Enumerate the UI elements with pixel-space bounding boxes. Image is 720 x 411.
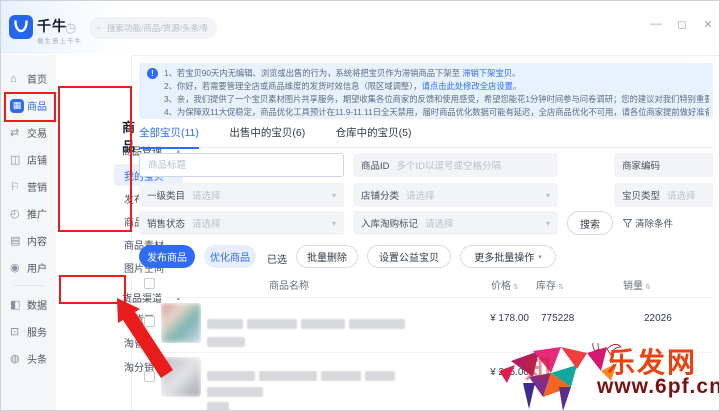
selected-count-label: 已选 xyxy=(267,251,287,266)
tab-all-items[interactable]: 全部宝贝(11) xyxy=(139,125,199,149)
maximize-button[interactable]: ◻ xyxy=(675,18,689,31)
column-header-name: 商品名称 xyxy=(269,277,309,292)
search-button[interactable]: 搜索 xyxy=(567,211,613,235)
sidebar-divider xyxy=(14,285,44,286)
sale-status-select[interactable]: 销售状态 请选择 ▾ xyxy=(139,211,344,235)
sidebar-item-goods[interactable]: ▦ 商品 xyxy=(1,92,56,119)
sidebar-item-promotion[interactable]: ◴ 推广 xyxy=(1,200,56,227)
column-header-stock[interactable]: 库存⇅ xyxy=(536,277,564,292)
more-batch-actions-button[interactable]: 更多批量操作 ▾ xyxy=(460,245,556,268)
search-input[interactable] xyxy=(105,22,209,34)
qianniu-bull-logo-icon xyxy=(9,15,33,39)
publish-item-button[interactable]: 发布商品 xyxy=(139,245,195,268)
content-icon: ▤ xyxy=(10,234,24,247)
notice-link[interactable]: 请点击此处修改全店设置 xyxy=(422,81,513,91)
data-icon: ◧ xyxy=(10,298,24,311)
app-title: 千牛 xyxy=(37,16,67,36)
global-search[interactable] xyxy=(89,17,217,39)
chevron-down-icon: ▾ xyxy=(546,191,550,200)
chevron-down-icon: ▾ xyxy=(332,219,336,228)
select-all-checkbox[interactable] xyxy=(144,278,155,289)
notice-line: 4、为保障双11大促稳定，商品优化工具预计在11.9-11.11日全天禁用，届时… xyxy=(164,106,709,119)
notice-link[interactable]: 滞销下架宝贝 xyxy=(462,68,512,78)
price-cell: ¥ 178.00 xyxy=(456,313,529,324)
sort-icon: ⇅ xyxy=(513,284,519,291)
tab-on-sale[interactable]: 出售中的宝贝(6) xyxy=(229,125,305,147)
sidebar-item-shop[interactable]: ◫ 店铺 xyxy=(1,146,56,173)
product-title-redacted xyxy=(207,315,447,351)
marketing-flag-icon: ⚐ xyxy=(10,180,24,193)
watermark-site-url: www.6pf.cn xyxy=(597,375,720,399)
goods-icon: ▦ xyxy=(10,99,24,113)
sidebar-item-trade[interactable]: ⇄ 交易 xyxy=(1,119,56,146)
shop-category-select[interactable]: 店铺分类 请选择 ▾ xyxy=(353,183,558,207)
table-divider xyxy=(139,297,713,298)
notice-line: 1、若宝贝90天内无编辑、浏览或出售的行为，系统将把宝贝作为滞销商品下架至 滞销… xyxy=(164,67,709,80)
chevron-down-icon: ▾ xyxy=(538,253,542,261)
minimize-button[interactable]: — xyxy=(649,18,663,30)
item-status-tabs: 全部宝贝(11) 出售中的宝贝(6) 仓库中的宝贝(5) xyxy=(139,123,713,148)
sort-icon: ⇅ xyxy=(558,284,564,291)
set-charity-item-button[interactable]: 设置公益宝贝 xyxy=(367,245,451,268)
product-title-input[interactable] xyxy=(139,153,344,177)
user-icon: ◉ xyxy=(10,261,24,274)
item-type-select[interactable]: 宝贝类型 请选择 xyxy=(614,183,713,207)
sales-cell: 22026 xyxy=(644,313,672,324)
search-icon xyxy=(97,23,100,33)
sidebar-item-headlines[interactable]: ◍ 头条 xyxy=(1,345,56,372)
clear-filter-icon xyxy=(623,219,632,228)
top-bar: 千牛 做生意上千牛 ◷ — ◻ ✕ xyxy=(1,1,720,56)
chevron-down-icon: ▾ xyxy=(546,219,550,228)
home-icon: ⌂ xyxy=(10,73,24,85)
inbound-mark-select[interactable]: 入库淘购标记 请选择 ▾ xyxy=(353,211,558,235)
product-subtitle-redacted xyxy=(207,398,233,411)
watermark-stamp: 知 xyxy=(525,349,551,386)
app-window: 千牛 做生意上千牛 ◷ — ◻ ✕ ⌂ 首页 ▦ 商品 ⇄ 交易 ◫ xyxy=(0,0,720,411)
promotion-icon: ◴ xyxy=(10,207,24,220)
sidebar-item-users[interactable]: ◉ 用户 xyxy=(1,254,56,281)
merchant-code-input[interactable]: 商家编码 xyxy=(614,153,713,177)
close-button[interactable]: ✕ xyxy=(701,18,715,31)
stock-cell: 775228 xyxy=(541,313,574,324)
primary-sidebar: ⌂ 首页 ▦ 商品 ⇄ 交易 ◫ 店铺 ⚐ 营销 ◴ 推广 ▤ 内容 ◉ 用户 xyxy=(1,55,57,411)
notice-line: 2、你好，若需要管理全店或商品维度的发货时效信息（限区域调整），请点击此处修改全… xyxy=(164,80,709,93)
trade-icon: ⇄ xyxy=(10,126,24,139)
annotation-arrow xyxy=(115,296,177,382)
sidebar-item-home[interactable]: ⌂ 首页 xyxy=(1,65,56,92)
optimize-item-button[interactable]: 优化商品 xyxy=(204,245,256,268)
column-header-sales[interactable]: 销量⇅ xyxy=(623,277,651,292)
headlines-icon: ◍ xyxy=(10,352,24,365)
chevron-down-icon: ▾ xyxy=(332,191,336,200)
sidebar-item-content[interactable]: ▤ 内容 xyxy=(1,227,56,254)
sidebar-item-marketing[interactable]: ⚐ 营销 xyxy=(1,173,56,200)
batch-delete-button[interactable]: 批量删除 xyxy=(296,245,358,268)
sidebar-item-service[interactable]: ⊡ 服务 xyxy=(1,318,56,345)
app-slogan: 做生意上千牛 xyxy=(37,35,82,45)
tab-in-warehouse[interactable]: 仓库中的宝贝(5) xyxy=(336,125,412,147)
service-icon: ⊡ xyxy=(10,325,24,338)
shop-icon: ◫ xyxy=(10,153,24,166)
info-icon: ! xyxy=(147,68,158,79)
category-select[interactable]: 一级类目 请选择 ▾ xyxy=(139,183,344,207)
notice-line: 3、亲，我们提供了一个宝贝素材图片共享服务，期望收集各位商家的反馈和使用感受，希… xyxy=(164,93,709,106)
sidebar-item-data[interactable]: ◧ 数据 xyxy=(1,291,56,318)
product-id-input[interactable]: 商品ID 多个ID以逗号或空格分隔 xyxy=(353,153,558,177)
sort-icon: ⇅ xyxy=(645,284,651,291)
clock-icon[interactable]: ◷ xyxy=(65,20,76,36)
column-header-price[interactable]: 价格⇅ xyxy=(491,277,519,292)
clear-filters-button[interactable]: 清除条件 xyxy=(623,211,673,235)
